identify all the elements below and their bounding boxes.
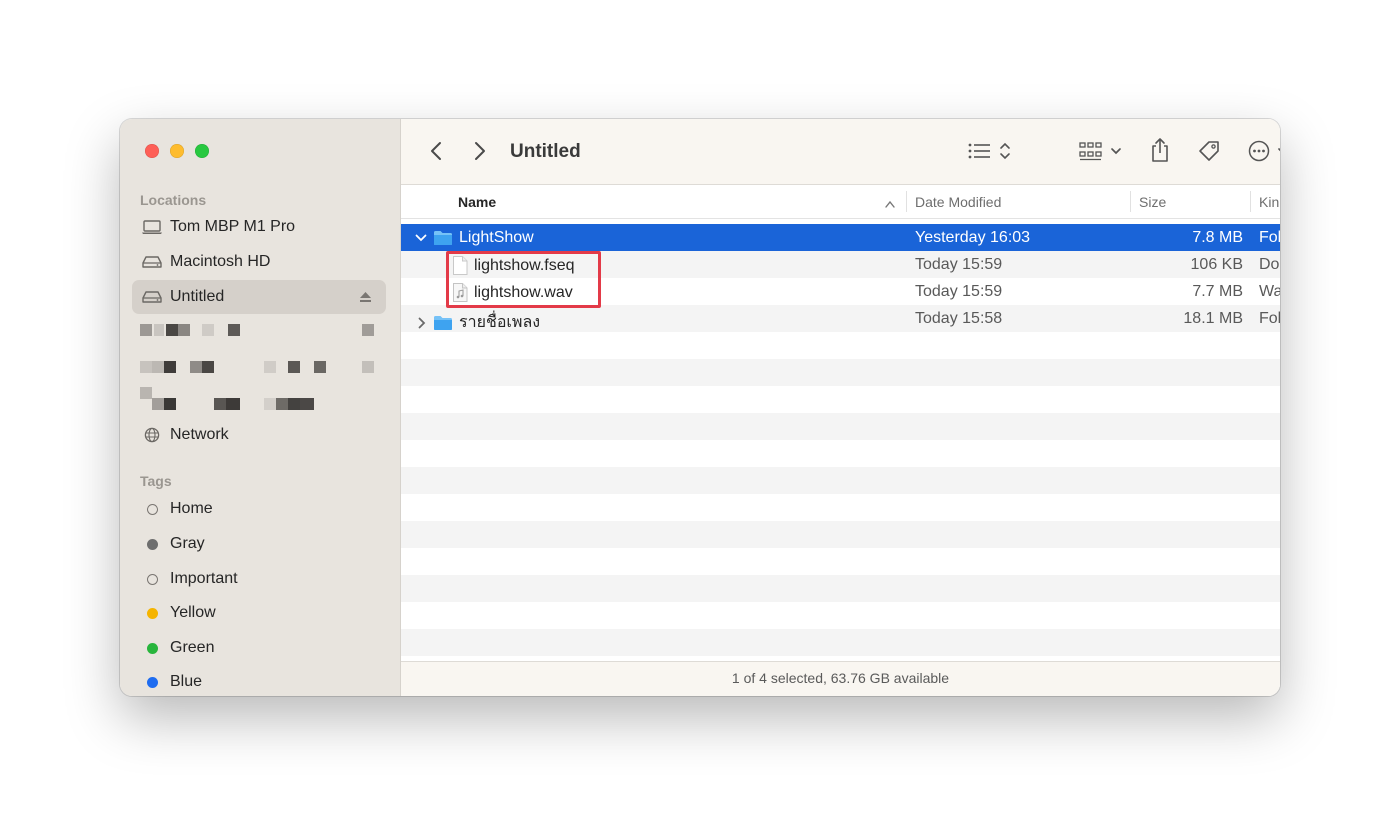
tag-outline-icon [146,503,158,515]
sidebar-item-label: Home [170,500,213,517]
status-bar: 1 of 4 selected, 63.76 GB available [401,661,1280,696]
sidebar-tag-home[interactable]: Home [132,492,386,526]
file-size: 7.7 MB [1192,283,1243,300]
sidebar-item-network[interactable]: Network [132,418,386,452]
sidebar-tag-gray[interactable]: Gray [132,527,386,561]
ellipsis-circle-icon[interactable] [1248,139,1280,163]
tag-icon[interactable] [1196,138,1222,164]
file-size: 106 KB [1190,256,1243,273]
column-header-kind[interactable]: Kin [1259,194,1280,210]
empty-row [401,575,1280,602]
chevron-right-icon[interactable] [469,139,491,163]
file-date: Today 15:58 [915,310,1003,327]
file-size: 7.8 MB [1192,229,1243,246]
file-kind: Wa [1259,283,1280,300]
empty-row [401,629,1280,656]
sidebar: Locations Tom MBP M1 Pro Macintosh HD Un… [120,119,401,696]
table-row[interactable]: LightShow Yesterday 16:03 7.8 MB Fol [401,224,1280,251]
drive-icon [141,288,163,306]
file-kind: Fol [1259,310,1280,327]
column-header-name[interactable]: Name [458,194,496,210]
file-kind: Fol [1259,229,1280,246]
list-view-icon[interactable] [967,139,1015,163]
column-divider[interactable] [906,191,907,212]
tag-yellow-dot-icon [146,607,158,619]
annotation-highlight-box [446,251,601,308]
sort-ascending-icon[interactable] [885,195,895,211]
file-size: 18.1 MB [1183,310,1243,327]
sidebar-item-label: Important [170,570,238,587]
grid-group-icon[interactable] [1079,139,1125,163]
folder-icon [433,315,453,331]
sidebar-item-label: Network [170,426,229,443]
sidebar-item-label: Green [170,639,215,656]
redacted-sidebar-item [140,324,380,336]
redacted-sidebar-item [140,398,380,410]
sidebar-tag-important[interactable]: Important [132,562,386,596]
redacted-sidebar-item [140,361,380,373]
tag-green-dot-icon [146,642,158,654]
file-date: Today 15:59 [915,283,1003,300]
sidebar-item-label: Yellow [170,604,216,621]
sidebar-item-tom-mbp[interactable]: Tom MBP M1 Pro [132,210,386,244]
file-date: Today 15:59 [915,256,1003,273]
column-divider[interactable] [1130,191,1131,212]
disclosure-expanded-icon[interactable] [415,234,429,242]
sidebar-item-label: Gray [170,535,205,552]
empty-row [401,332,1280,359]
column-divider[interactable] [1250,191,1251,212]
tag-blue-dot-icon [146,676,158,688]
tags-header: Tags [140,473,172,489]
folder-icon [433,230,453,246]
tag-gray-dot-icon [146,538,158,550]
close-window-button[interactable] [145,144,159,158]
empty-row [401,521,1280,548]
disclosure-collapsed-icon[interactable] [415,317,429,329]
empty-row [401,602,1280,629]
locations-header: Locations [140,192,207,208]
chevron-left-icon[interactable] [425,139,447,163]
network-icon [141,426,163,444]
empty-row [401,413,1280,440]
drive-icon [141,253,163,271]
empty-row [401,467,1280,494]
minimize-window-button[interactable] [170,144,184,158]
sidebar-item-label: Macintosh HD [170,253,271,270]
sidebar-item-untitled[interactable]: Untitled [132,280,386,314]
column-header-date-modified[interactable]: Date Modified [915,194,1001,210]
empty-row [401,494,1280,521]
sidebar-tag-yellow[interactable]: Yellow [132,596,386,630]
file-date: Yesterday 16:03 [915,229,1031,246]
tag-outline-icon [146,573,158,585]
file-name: LightShow [459,229,534,246]
eject-icon[interactable] [359,290,372,308]
finder-window: Locations Tom MBP M1 Pro Macintosh HD Un… [120,119,1280,696]
sidebar-item-macintosh-hd[interactable]: Macintosh HD [132,245,386,279]
empty-row [401,359,1280,386]
column-header-bar: Name Date Modified Size Kin [401,185,1280,219]
sidebar-tag-blue[interactable]: Blue [132,665,386,696]
empty-row [401,440,1280,467]
file-kind: Do [1259,256,1280,273]
laptop-icon [141,218,163,236]
share-icon[interactable] [1148,136,1172,164]
main-pane: Untitled Name Date Modified Size Kin Lig… [401,119,1280,696]
sidebar-item-label: Blue [170,673,203,690]
toolbar: Untitled [401,119,1280,185]
sidebar-item-label: Untitled [170,288,225,305]
empty-row [401,386,1280,413]
zoom-window-button[interactable] [195,144,209,158]
sidebar-item-label: Tom MBP M1 Pro [170,218,296,235]
table-row[interactable]: รายชื่อเพลง Today 15:58 18.1 MB Fol [401,305,1280,332]
window-controls [145,144,209,158]
sidebar-tag-green[interactable]: Green [132,631,386,665]
window-title: Untitled [510,141,581,162]
empty-row [401,548,1280,575]
column-header-size[interactable]: Size [1139,194,1166,210]
